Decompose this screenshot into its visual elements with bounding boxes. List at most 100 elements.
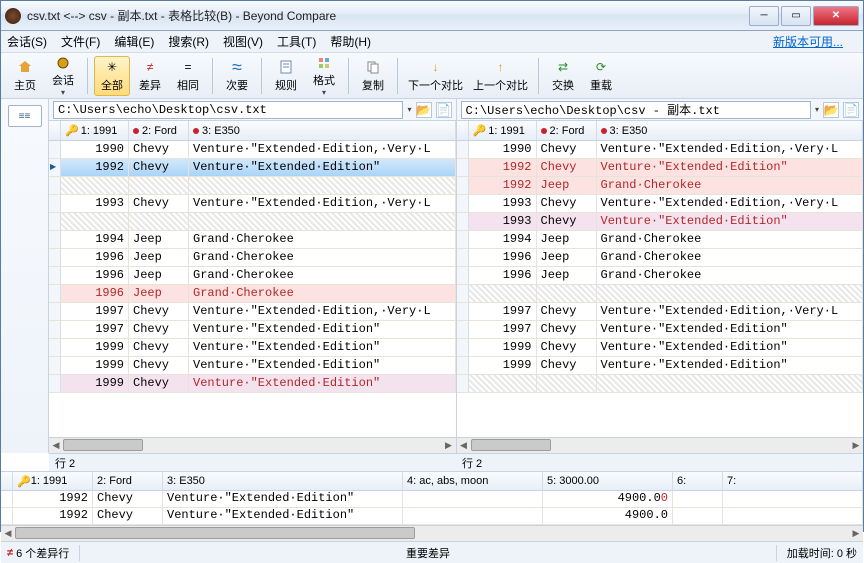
cell-year (61, 177, 129, 194)
reload-button[interactable]: ⟳重载 (583, 56, 619, 96)
table-row[interactable] (49, 177, 456, 195)
cell-desc: Venture·"Extended·Edition" (189, 321, 456, 338)
open-button[interactable]: 📄 (436, 102, 452, 118)
col-2-header[interactable]: 2: Ford (129, 121, 189, 140)
folder-icon: 📂 (824, 103, 839, 117)
detail-row[interactable]: 1992ChevyVenture·"Extended·Edition"4900.… (1, 508, 863, 525)
table-row[interactable]: 1990ChevyVenture·"Extended·Edition,·Very… (457, 141, 864, 159)
menu-tools[interactable]: 工具(T) (277, 33, 316, 50)
format-button[interactable]: 格式▾ (306, 56, 342, 96)
table-row[interactable]: 1999ChevyVenture·"Extended·Edition" (49, 339, 456, 357)
cell-year: 1997 (469, 321, 537, 338)
rules-button[interactable]: 规则 (268, 56, 304, 96)
right-rows[interactable]: 1990ChevyVenture·"Extended·Edition,·Very… (457, 141, 864, 437)
table-row[interactable]: 1996JeepGrand·Cherokee (49, 249, 456, 267)
minor-button[interactable]: ≈次要 (219, 56, 255, 96)
table-row[interactable]: 1999ChevyVenture·"Extended·Edition" (457, 339, 864, 357)
browse-button[interactable]: 📂 (823, 102, 839, 118)
table-row[interactable]: 1997ChevyVenture·"Extended·Edition,·Very… (49, 303, 456, 321)
close-button[interactable]: ✕ (813, 6, 859, 26)
new-version-link[interactable]: 新版本可用... (773, 33, 843, 50)
browse-button[interactable]: 📂 (416, 102, 432, 118)
table-row[interactable]: 1999ChevyVenture·"Extended·Edition" (457, 357, 864, 375)
cell-make: Chevy (129, 375, 189, 392)
table-row[interactable] (49, 213, 456, 231)
prev-diff-button[interactable]: ↑上一个对比 (469, 56, 532, 96)
menu-help[interactable]: 帮助(H) (330, 33, 371, 50)
cell-year: 1990 (61, 141, 129, 158)
cell-year: 1993 (469, 195, 537, 212)
next-diff-button[interactable]: ↓下一个对比 (404, 56, 467, 96)
view-mode-button[interactable]: ≡≡ (8, 105, 42, 127)
table-row[interactable]: 1993ChevyVenture·"Extended·Edition" (457, 213, 864, 231)
detail-row[interactable]: 1992ChevyVenture·"Extended·Edition"4900.… (1, 491, 863, 508)
scrollbar-thumb[interactable] (471, 439, 551, 451)
menu-file[interactable]: 文件(F) (61, 33, 100, 50)
cell-make: Chevy (129, 321, 189, 338)
table-row[interactable]: 1996JeepGrand·Cherokee (457, 267, 864, 285)
cell-make: Chevy (537, 159, 597, 176)
minimize-button[interactable]: ─ (749, 6, 779, 26)
home-button[interactable]: 主页 (7, 56, 43, 96)
cell-year: 1999 (61, 339, 129, 356)
left-path-input[interactable] (53, 101, 403, 119)
right-hscroll[interactable]: ◀▶ (457, 437, 864, 453)
cell-year: 1992 (61, 159, 129, 176)
table-row[interactable]: 1992ChevyVenture·"Extended·Edition" (457, 159, 864, 177)
open-button[interactable]: 📄 (843, 102, 859, 118)
table-row[interactable]: 1999ChevyVenture·"Extended·Edition" (49, 375, 456, 393)
table-row[interactable]: 1993ChevyVenture·"Extended·Edition,·Very… (49, 195, 456, 213)
copy-button[interactable]: 复制 (355, 56, 391, 96)
table-row[interactable]: 1993ChevyVenture·"Extended·Edition,·Very… (457, 195, 864, 213)
table-row[interactable] (457, 375, 864, 393)
detail-rows[interactable]: 1992ChevyVenture·"Extended·Edition"4900.… (1, 491, 863, 525)
cell-make (537, 285, 597, 302)
right-path-input[interactable] (461, 101, 811, 119)
menu-session[interactable]: 会话(S) (7, 33, 47, 50)
dropdown-icon[interactable]: ▾ (407, 105, 411, 114)
reload-icon: ⟳ (592, 58, 610, 76)
menu-search[interactable]: 搜索(R) (168, 33, 209, 50)
col-1-header[interactable]: 🔑1: 1991 (469, 121, 537, 140)
up-arrow-icon: ↑ (492, 58, 510, 76)
scrollbar-thumb[interactable] (15, 527, 415, 539)
cell-make: Jeep (537, 267, 597, 284)
cell-make: Jeep (537, 249, 597, 266)
dropdown-icon[interactable]: ▾ (815, 105, 819, 114)
left-hscroll[interactable]: ◀▶ (49, 437, 456, 453)
table-row[interactable]: 1996JeepGrand·Cherokee (457, 249, 864, 267)
col-3-header[interactable]: 3: E350 (597, 121, 864, 140)
table-row[interactable] (457, 285, 864, 303)
col-3-header[interactable]: 3: E350 (189, 121, 456, 140)
table-row[interactable]: 1992JeepGrand·Cherokee (457, 177, 864, 195)
table-row[interactable]: 1997ChevyVenture·"Extended·Edition,·Very… (457, 303, 864, 321)
table-row[interactable]: 1990ChevyVenture·"Extended·Edition,·Very… (49, 141, 456, 159)
col-2-header[interactable]: 2: Ford (537, 121, 597, 140)
content-area: ≡≡ ▾ 📂 📄 🔑1: 1991 2: Ford 3: E350 1990Ch… (1, 99, 863, 453)
diff-marker-icon (133, 128, 139, 134)
cell-year: 1992 (469, 159, 537, 176)
diff-button[interactable]: ≠差异 (132, 56, 168, 96)
session-button[interactable]: 会话▾ (45, 56, 81, 96)
all-button[interactable]: ✳全部 (94, 56, 130, 96)
swap-button[interactable]: ⇄交换 (545, 56, 581, 96)
table-row[interactable]: 1994JeepGrand·Cherokee (49, 231, 456, 249)
table-row[interactable]: 1996JeepGrand·Cherokee (49, 267, 456, 285)
folder-icon: 📂 (416, 103, 431, 117)
table-row[interactable]: 1997ChevyVenture·"Extended·Edition" (49, 321, 456, 339)
table-row[interactable]: 1999ChevyVenture·"Extended·Edition" (49, 357, 456, 375)
left-rows[interactable]: 1990ChevyVenture·"Extended·Edition,·Very… (49, 141, 456, 437)
col-1-header[interactable]: 🔑1: 1991 (61, 121, 129, 140)
menu-edit[interactable]: 编辑(E) (114, 33, 154, 50)
table-row[interactable]: 1992ChevyVenture·"Extended·Edition" (49, 159, 456, 177)
menu-view[interactable]: 视图(V) (223, 33, 263, 50)
cell-make: Chevy (537, 195, 597, 212)
table-row[interactable]: 1994JeepGrand·Cherokee (457, 231, 864, 249)
table-row[interactable]: 1997ChevyVenture·"Extended·Edition" (457, 321, 864, 339)
table-row[interactable]: 1996JeepGrand·Cherokee (49, 285, 456, 303)
detail-hscroll[interactable]: ◀▶ (1, 525, 863, 541)
maximize-button[interactable]: ▭ (781, 6, 811, 26)
scrollbar-thumb[interactable] (63, 439, 143, 451)
same-button[interactable]: =相同 (170, 56, 206, 96)
down-arrow-icon: ↓ (427, 58, 445, 76)
